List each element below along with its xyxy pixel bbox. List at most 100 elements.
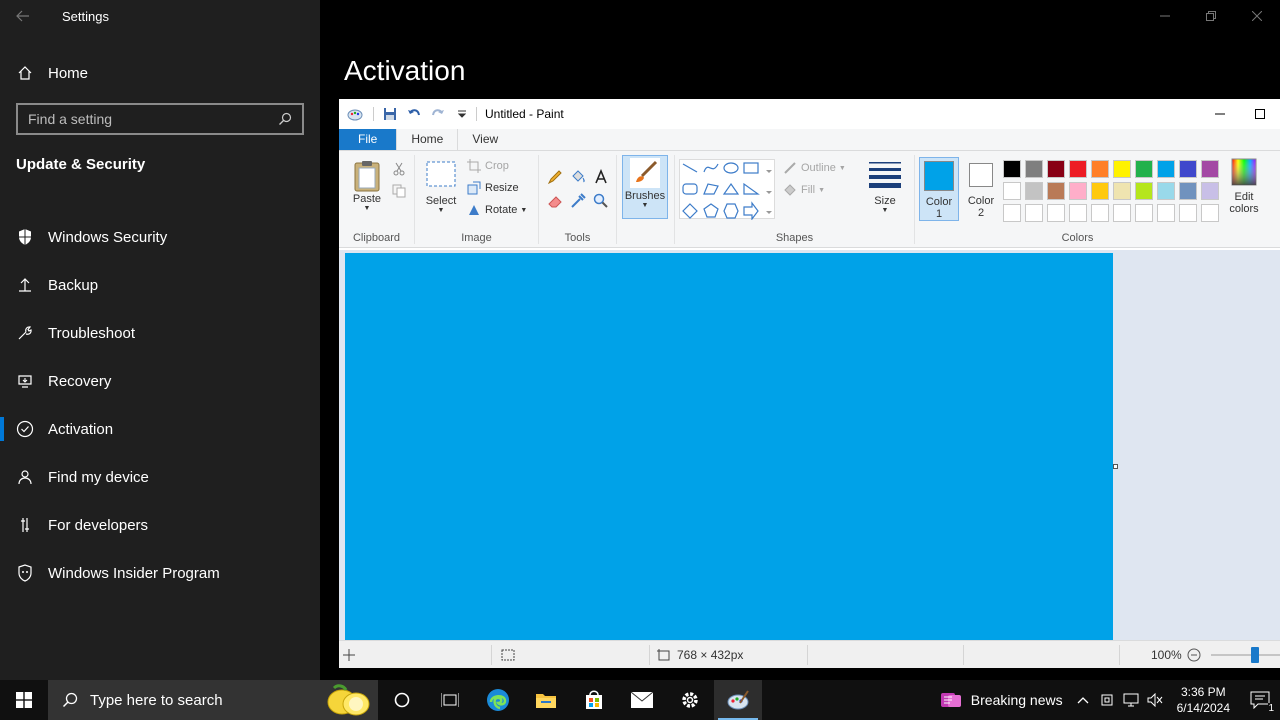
back-button[interactable] [0,0,46,32]
taskbar-paint[interactable] [714,680,762,720]
tab-file[interactable]: File [339,128,397,150]
shapes-gallery[interactable] [679,159,775,221]
taskbar-search[interactable] [48,680,378,720]
palette-swatch[interactable] [1003,204,1021,222]
palette-swatch[interactable] [1113,182,1131,200]
nav-item-backup[interactable]: Backup [0,261,320,309]
palette-swatch[interactable] [1069,182,1087,200]
nav-item-find-my-device[interactable]: Find my device [0,453,320,501]
palette-swatch[interactable] [1091,204,1109,222]
nav-item-windows-security[interactable]: Windows Security [0,213,320,261]
resize-button[interactable]: Resize [467,181,519,195]
task-view-button[interactable] [426,680,474,720]
zoom-slider-thumb[interactable] [1251,647,1259,663]
drawing-canvas[interactable] [345,253,1113,643]
color-picker-icon[interactable] [568,191,588,211]
taskbar-file-explorer[interactable] [522,680,570,720]
find-setting-input[interactable] [28,111,278,127]
palette-swatch[interactable] [1025,204,1043,222]
nav-item-activation[interactable]: Activation [0,405,320,453]
zoom-slider[interactable] [1211,641,1280,668]
close-button[interactable] [1234,0,1280,32]
palette-swatch[interactable] [1135,204,1153,222]
color2-button[interactable]: Color 2 [962,157,1000,221]
nav-item-recovery[interactable]: Recovery [0,357,320,405]
rotate-button[interactable]: Rotate ▼ [467,203,527,217]
paste-button[interactable]: Paste ▼ [349,159,385,212]
magnifier-icon[interactable] [591,191,611,211]
select-button[interactable]: Select ▼ [423,159,459,214]
tab-home[interactable]: Home [396,127,459,150]
news-widget[interactable]: Breaking news [932,680,1071,720]
size-button[interactable]: Size ▼ [865,159,905,214]
color1-button[interactable]: Color 1 [919,157,959,221]
tray-network[interactable] [1119,680,1143,720]
palette-swatch[interactable] [1047,160,1065,178]
nav-item-windows-insider[interactable]: Windows Insider Program [0,549,320,597]
canvas-resize-handle[interactable] [1113,464,1118,469]
qa-divider [373,107,374,121]
fill-button[interactable]: Fill ▼ [783,183,825,197]
redo-icon[interactable] [430,106,446,122]
palette-swatch[interactable] [1135,160,1153,178]
zoom-out-button[interactable] [1187,641,1201,668]
palette-swatch[interactable] [1201,204,1219,222]
pencil-icon[interactable] [545,167,565,187]
palette-swatch[interactable] [1179,182,1197,200]
cortana-button[interactable] [378,680,426,720]
nav-item-troubleshoot[interactable]: Troubleshoot [0,309,320,357]
home-nav-item[interactable]: Home [0,52,320,94]
palette-swatch[interactable] [1157,160,1175,178]
edit-colors-button[interactable]: Edit colors [1225,157,1263,215]
copy-icon[interactable] [389,181,409,201]
tray-volume[interactable] [1143,680,1167,720]
nav-item-for-developers[interactable]: For developers [0,501,320,549]
palette-swatch[interactable] [1003,160,1021,178]
undo-icon[interactable] [406,106,422,122]
taskbar-settings[interactable] [666,680,714,720]
tray-meet-now[interactable] [1095,680,1119,720]
start-button[interactable] [0,680,48,720]
eraser-icon[interactable] [545,191,565,211]
taskbar-search-input[interactable] [90,691,310,709]
palette-swatch[interactable] [1091,160,1109,178]
palette-swatch[interactable] [1003,182,1021,200]
palette-swatch[interactable] [1025,160,1043,178]
palette-swatch[interactable] [1091,182,1109,200]
palette-swatch[interactable] [1179,204,1197,222]
brushes-button[interactable]: Brushes ▼ [622,155,668,219]
palette-swatch[interactable] [1135,182,1153,200]
action-center-button[interactable]: 1 [1240,680,1280,720]
palette-swatch[interactable] [1047,182,1065,200]
restore-button[interactable] [1188,0,1234,32]
taskbar-mail[interactable] [618,680,666,720]
palette-swatch[interactable] [1179,160,1197,178]
palette-swatch[interactable] [1113,160,1131,178]
palette-swatch[interactable] [1025,182,1043,200]
minimize-button[interactable] [1142,0,1188,32]
save-icon[interactable] [382,106,398,122]
text-icon[interactable] [591,167,611,187]
paint-minimize-button[interactable] [1200,99,1240,129]
paint-maximize-button[interactable] [1240,99,1280,129]
taskbar-store[interactable] [570,680,618,720]
palette-swatch[interactable] [1201,160,1219,178]
outline-button[interactable]: Outline ▼ [783,161,846,175]
taskbar-edge[interactable] [474,680,522,720]
color1-label-line1: Color [925,196,953,208]
palette-swatch[interactable] [1157,204,1175,222]
show-hidden-icons-button[interactable] [1071,680,1095,720]
palette-swatch[interactable] [1047,204,1065,222]
palette-swatch[interactable] [1157,182,1175,200]
taskbar-clock[interactable]: 3:36 PM 6/14/2024 [1177,684,1230,716]
palette-swatch[interactable] [1113,204,1131,222]
palette-swatch[interactable] [1069,160,1087,178]
palette-swatch[interactable] [1069,204,1087,222]
find-setting-search[interactable] [16,103,304,135]
tab-view[interactable]: View [458,128,512,150]
cut-icon[interactable] [389,159,409,179]
customize-qa-icon[interactable] [454,106,470,122]
fill-bucket-icon[interactable] [568,167,588,187]
crop-button[interactable]: Crop [467,159,509,173]
palette-swatch[interactable] [1201,182,1219,200]
